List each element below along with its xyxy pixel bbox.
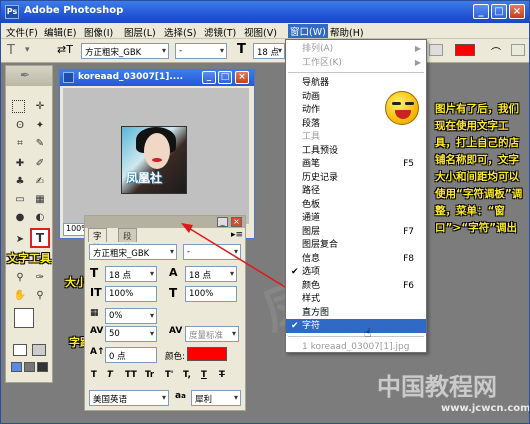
menu-separator (288, 72, 424, 73)
window-menu-item[interactable]: 工具预设 (286, 144, 426, 158)
window-menu-item[interactable]: 样式 (286, 292, 426, 306)
menu-item-label: 历史记录 (302, 172, 339, 183)
menu-item-label: 段落 (302, 118, 321, 129)
smiley-icon (385, 91, 419, 125)
menu-item-label: 动画 (302, 91, 321, 102)
menu-item-label: 直方图 (302, 307, 330, 318)
window-menu-item[interactable]: 信息 F8 (286, 252, 426, 266)
menu-item-label: 路径 (302, 186, 321, 196)
tutorial-note: 图片有了后，我们现在使用文字工具，打上自己的店铺名称即可，文字大小和间距均可以使… (435, 103, 523, 234)
menu-item-label: 样式 (302, 294, 321, 304)
menu-separator (288, 335, 424, 337)
menu-item-label: 画笔 (302, 159, 321, 169)
mouse-cursor-icon: ☝ (364, 326, 372, 340)
menu-item-label: 字符 (302, 321, 321, 331)
window-menu-item[interactable]: 历史记录 (286, 171, 426, 185)
menu-shortcut: F6 (403, 280, 414, 291)
menu-item-label: 动作 (302, 105, 321, 115)
site-watermark: 中国教程网 (377, 373, 497, 401)
window-menu-item[interactable]: 字符 ✔ (286, 319, 426, 333)
photoshop-window: Ps Adobe Photoshop _ □ × 文件(F) 编辑(E) 图像(… (0, 0, 530, 424)
window-menu-item[interactable]: 导航器 (286, 76, 426, 90)
window-menu-item: 1 koreaad_03007[1].jpg (286, 340, 426, 354)
menu-item-label: 信息 (302, 253, 321, 264)
window-menu-item[interactable]: 通道 (286, 211, 426, 225)
menu-item-label: 色板 (302, 199, 321, 210)
smiley-eye-left (392, 102, 401, 105)
window-menu-item[interactable]: 颜色 F6 (286, 279, 426, 293)
menu-item-label: 1 koreaad_03007[1].jpg (302, 341, 410, 352)
menu-item-label: 颜色 (302, 280, 321, 291)
menu-shortcut: F8 (403, 253, 414, 264)
submenu-arrow-icon: ▶ (414, 57, 421, 67)
menu-item-label: 工作区(K) (302, 57, 342, 68)
window-menu-item[interactable]: 画笔 F5 (286, 157, 426, 171)
checkmark-icon: ✔ (291, 267, 299, 277)
menu-item-label: 选项 (302, 267, 321, 277)
menu-item-label: 图层复合 (302, 240, 339, 250)
menu-item-label: 工具 (302, 132, 321, 142)
window-menu-item[interactable]: 直方图 (286, 306, 426, 320)
window-menu-item[interactable]: 选项 ✔ (286, 265, 426, 279)
menu-item-label: 导航器 (302, 78, 330, 88)
window-menu-item: 排列(A) ▶ (286, 42, 426, 56)
menu-shortcut: F5 (403, 159, 414, 169)
site-watermark-url: www.jcwcn.com (441, 403, 530, 414)
submenu-arrow-icon: ▶ (414, 44, 421, 53)
window-menu-item[interactable]: 色板 (286, 198, 426, 212)
window-menu-item[interactable]: 图层 F7 (286, 225, 426, 239)
window-menu-item[interactable]: 路径 (286, 184, 426, 198)
checkmark-icon: ✔ (291, 321, 299, 331)
menu-shortcut: F7 (403, 226, 414, 237)
smiley-eye-right (405, 102, 414, 105)
window-menu-item[interactable]: 图层复合 (286, 238, 426, 252)
menu-item-label: 图层 (302, 226, 321, 237)
smiley-mouth (395, 110, 411, 119)
menu-item-label: 工具预设 (302, 145, 339, 156)
window-menu-item: 工具 (286, 130, 426, 144)
window-menu-item: 工作区(K) ▶ (286, 56, 426, 70)
menu-item-label: 排列(A) (302, 44, 334, 54)
menu-item-label: 通道 (302, 213, 321, 223)
window-menu-dropdown: 排列(A) ▶ 工作区(K) ▶ 导航器动画动作段落工具工具预设画笔 F5 历史记录路径色板… (285, 39, 427, 353)
